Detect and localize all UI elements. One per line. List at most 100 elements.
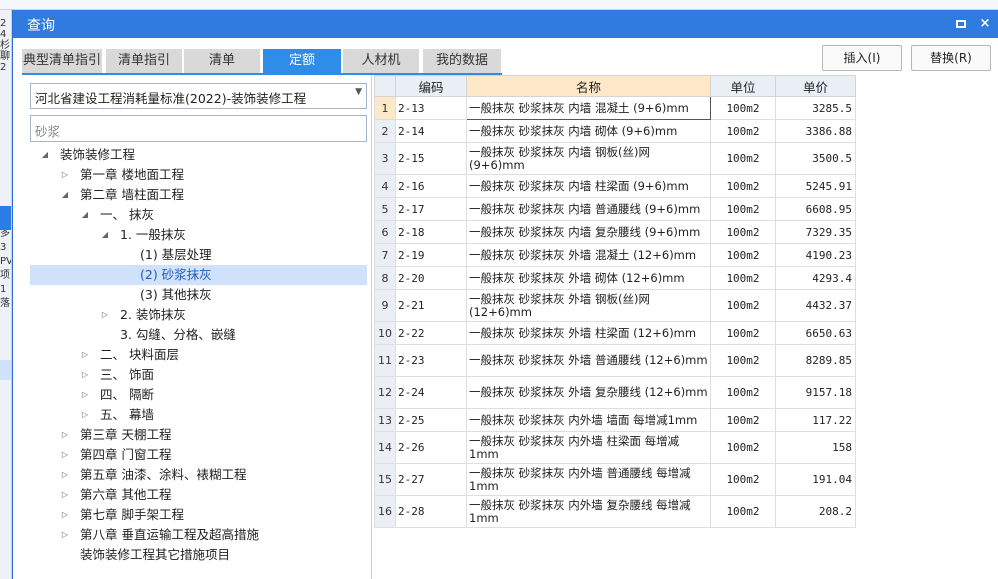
cell-price[interactable]: 8289.85 bbox=[775, 344, 856, 377]
row-number[interactable]: 11 bbox=[374, 344, 396, 377]
table-row[interactable]: 5 2-17 一般抹灰 砂浆抹灰 内墙 普通腰线 (9+6)mm 100m2 6608.… bbox=[374, 197, 856, 221]
tree-node[interactable]: ▷ 五、 幕墙 bbox=[30, 405, 367, 425]
row-number[interactable]: 10 bbox=[374, 321, 396, 345]
cell-price[interactable]: 3500.5 bbox=[775, 142, 856, 175]
table-row[interactable]: 15 2-27 一般抹灰 砂浆抹灰 内外墙 普通腰线 每增减1mm 100m2 191.… bbox=[374, 463, 856, 496]
cell-unit[interactable]: 100m2 bbox=[710, 495, 776, 528]
row-number[interactable]: 1 bbox=[374, 96, 396, 120]
column-header-code[interactable]: 编码 bbox=[395, 75, 467, 97]
row-number[interactable]: 12 bbox=[374, 376, 396, 409]
tree-node[interactable]: 3. 勾缝、分格、嵌缝 bbox=[30, 325, 367, 345]
expanded-arrow-icon[interactable]: ◢ bbox=[60, 185, 70, 205]
table-row[interactable]: 14 2-26 一般抹灰 砂浆抹灰 内外墙 柱梁面 每增减 1mm 100m2 158 bbox=[374, 431, 856, 464]
row-number[interactable]: 13 bbox=[374, 408, 396, 432]
cell-code[interactable]: 2-18 bbox=[395, 220, 467, 244]
cell-price[interactable]: 208.2 bbox=[775, 495, 856, 528]
cell-unit[interactable]: 100m2 bbox=[710, 344, 776, 377]
cell-code[interactable]: 2-23 bbox=[395, 344, 467, 377]
table-row[interactable]: 12 2-24 一般抹灰 砂浆抹灰 外墙 复杂腰线 (12+6)mm 100m2 915… bbox=[374, 376, 856, 409]
cell-name[interactable]: 一般抹灰 砂浆抹灰 内墙 混凝土 (9+6)mm bbox=[466, 96, 711, 120]
cell-code[interactable]: 2-25 bbox=[395, 408, 467, 432]
row-number[interactable]: 8 bbox=[374, 266, 396, 290]
cell-price[interactable]: 9157.18 bbox=[775, 376, 856, 409]
tree-node[interactable]: ◢ 一、 抹灰 bbox=[30, 205, 367, 225]
cell-name[interactable]: 一般抹灰 砂浆抹灰 内墙 复杂腰线 (9+6)mm bbox=[466, 220, 711, 244]
table-row[interactable]: 2 2-14 一般抹灰 砂浆抹灰 内墙 砌体 (9+6)mm 100m2 3386.88 bbox=[374, 119, 856, 143]
cell-name[interactable]: 一般抹灰 砂浆抹灰 外墙 复杂腰线 (12+6)mm bbox=[466, 376, 711, 409]
cell-price[interactable]: 4293.4 bbox=[775, 266, 856, 290]
cell-price[interactable]: 6650.63 bbox=[775, 321, 856, 345]
cell-code[interactable]: 2-26 bbox=[395, 431, 467, 464]
cell-name[interactable]: 一般抹灰 砂浆抹灰 外墙 钢板(丝)网 (12+6)mm bbox=[466, 289, 711, 322]
cell-price[interactable]: 3386.88 bbox=[775, 119, 856, 143]
cell-unit[interactable]: 100m2 bbox=[710, 220, 776, 244]
tree-node[interactable]: ▷ 第八章 垂直运输工程及超高措施 bbox=[30, 525, 367, 545]
cell-unit[interactable]: 100m2 bbox=[710, 96, 776, 120]
cell-unit[interactable]: 100m2 bbox=[710, 408, 776, 432]
cell-code[interactable]: 2-13 bbox=[395, 96, 467, 120]
tab-typical-bill-guide[interactable]: 典型清单指引 bbox=[22, 49, 102, 73]
cell-unit[interactable]: 100m2 bbox=[710, 431, 776, 464]
row-number[interactable]: 5 bbox=[374, 197, 396, 221]
collapsed-arrow-icon[interactable]: ▷ bbox=[80, 365, 90, 385]
table-row[interactable]: 8 2-20 一般抹灰 砂浆抹灰 外墙 砌体 (12+6)mm 100m2 4293.4 bbox=[374, 266, 856, 290]
cell-code[interactable]: 2-27 bbox=[395, 463, 467, 496]
cell-name[interactable]: 一般抹灰 砂浆抹灰 内外墙 复杂腰线 每增减1mm bbox=[466, 495, 711, 528]
collapsed-arrow-icon[interactable]: ▷ bbox=[80, 385, 90, 405]
cell-price[interactable]: 4190.23 bbox=[775, 243, 856, 267]
collapsed-arrow-icon[interactable]: ▷ bbox=[60, 425, 70, 445]
table-row[interactable]: 6 2-18 一般抹灰 砂浆抹灰 内墙 复杂腰线 (9+6)mm 100m2 7329.… bbox=[374, 220, 856, 244]
cell-unit[interactable]: 100m2 bbox=[710, 142, 776, 175]
row-number[interactable]: 16 bbox=[374, 495, 396, 528]
tree-node[interactable]: ▷ 三、 饰面 bbox=[30, 365, 367, 385]
maximize-icon[interactable] bbox=[951, 14, 971, 34]
table-row[interactable]: 7 2-19 一般抹灰 砂浆抹灰 外墙 混凝土 (12+6)mm 100m2 4190.… bbox=[374, 243, 856, 267]
cell-price[interactable]: 158 bbox=[775, 431, 856, 464]
cell-price[interactable]: 191.04 bbox=[775, 463, 856, 496]
expanded-arrow-icon[interactable]: ◢ bbox=[100, 225, 110, 245]
table-row[interactable]: 10 2-22 一般抹灰 砂浆抹灰 外墙 柱梁面 (12+6)mm 100m2 6650… bbox=[374, 321, 856, 345]
tree-node[interactable]: ▷ 第一章 楼地面工程 bbox=[30, 165, 367, 185]
close-icon[interactable]: × bbox=[975, 14, 995, 34]
cell-unit[interactable]: 100m2 bbox=[710, 243, 776, 267]
cell-name[interactable]: 一般抹灰 砂浆抹灰 外墙 砌体 (12+6)mm bbox=[466, 266, 711, 290]
cell-name[interactable]: 一般抹灰 砂浆抹灰 内外墙 柱梁面 每增减 1mm bbox=[466, 431, 711, 464]
collapsed-arrow-icon[interactable]: ▷ bbox=[60, 505, 70, 525]
cell-unit[interactable]: 100m2 bbox=[710, 289, 776, 322]
insert-button[interactable]: 插入(I) bbox=[822, 45, 902, 71]
tab-bill[interactable]: 清单 bbox=[184, 49, 260, 73]
table-row[interactable]: 4 2-16 一般抹灰 砂浆抹灰 内墙 柱梁面 (9+6)mm 100m2 5245.9… bbox=[374, 174, 856, 198]
cell-price[interactable]: 6608.95 bbox=[775, 197, 856, 221]
cell-unit[interactable]: 100m2 bbox=[710, 119, 776, 143]
cell-code[interactable]: 2-17 bbox=[395, 197, 467, 221]
column-header-name[interactable]: 名称 bbox=[466, 75, 711, 97]
table-row[interactable]: 3 2-15 一般抹灰 砂浆抹灰 内墙 钢板(丝)网 (9+6)mm 100m2 350… bbox=[374, 142, 856, 175]
cell-code[interactable]: 2-24 bbox=[395, 376, 467, 409]
cell-unit[interactable]: 100m2 bbox=[710, 266, 776, 290]
cell-unit[interactable]: 100m2 bbox=[710, 197, 776, 221]
tab-quota[interactable]: 定额 bbox=[263, 49, 341, 73]
standard-select[interactable]: 河北省建设工程消耗量标准(2022)-装饰装修工程 ▼ bbox=[30, 83, 367, 109]
dialog-title-bar[interactable]: 查询 × bbox=[13, 10, 998, 38]
collapsed-arrow-icon[interactable]: ▷ bbox=[60, 485, 70, 505]
tab-bill-guide[interactable]: 清单指引 bbox=[106, 49, 182, 73]
collapsed-arrow-icon[interactable]: ▷ bbox=[60, 445, 70, 465]
cell-price[interactable]: 7329.35 bbox=[775, 220, 856, 244]
cell-name[interactable]: 一般抹灰 砂浆抹灰 外墙 柱梁面 (12+6)mm bbox=[466, 321, 711, 345]
cell-name[interactable]: 一般抹灰 砂浆抹灰 内墙 柱梁面 (9+6)mm bbox=[466, 174, 711, 198]
collapsed-arrow-icon[interactable]: ▷ bbox=[60, 525, 70, 545]
cell-code[interactable]: 2-22 bbox=[395, 321, 467, 345]
cell-name[interactable]: 一般抹灰 砂浆抹灰 内墙 普通腰线 (9+6)mm bbox=[466, 197, 711, 221]
expanded-arrow-icon[interactable]: ◢ bbox=[40, 145, 50, 165]
cell-code[interactable]: 2-21 bbox=[395, 289, 467, 322]
tree-node[interactable]: ▷ 第七章 脚手架工程 bbox=[30, 505, 367, 525]
tree-node[interactable]: ◢ 装饰装修工程 bbox=[30, 145, 367, 165]
tree-node[interactable]: (1) 基层处理 bbox=[30, 245, 367, 265]
tab-labor-material-machine[interactable]: 人材机 bbox=[343, 49, 419, 73]
row-number[interactable]: 6 bbox=[374, 220, 396, 244]
cell-code[interactable]: 2-20 bbox=[395, 266, 467, 290]
tree-node[interactable]: ▷ 第三章 天棚工程 bbox=[30, 425, 367, 445]
cell-code[interactable]: 2-16 bbox=[395, 174, 467, 198]
tree-node[interactable]: (2) 砂浆抹灰 bbox=[30, 265, 367, 285]
column-header-unit[interactable]: 单位 bbox=[710, 75, 776, 97]
